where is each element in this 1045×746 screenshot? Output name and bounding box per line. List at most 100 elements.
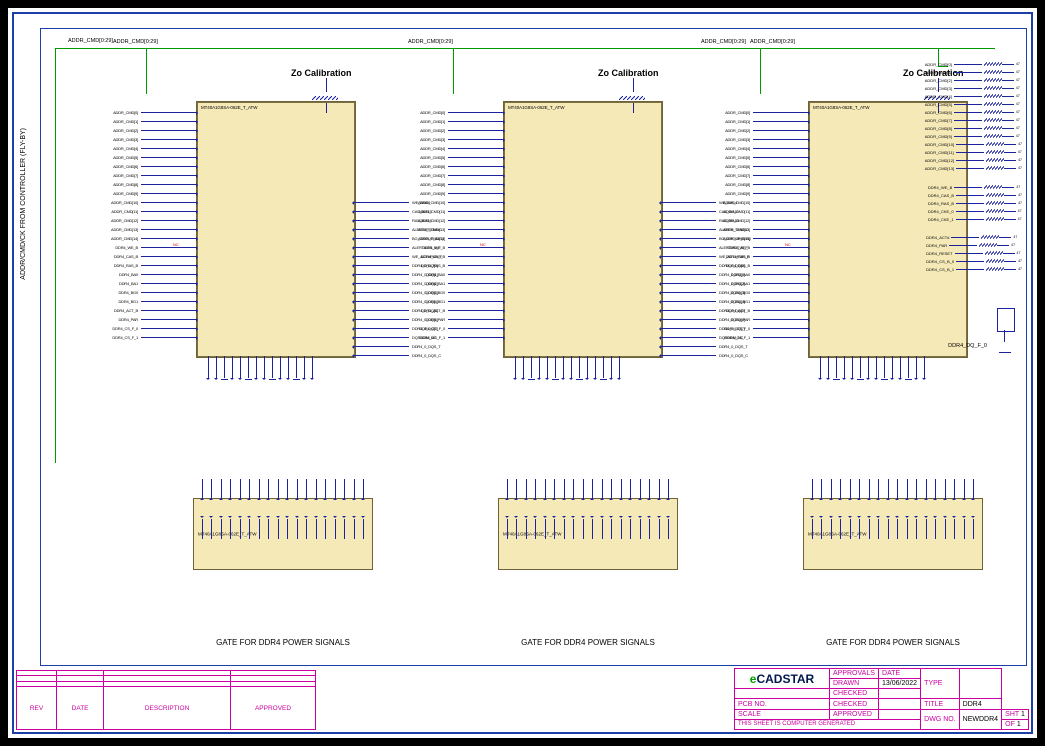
pin-ADDR_CMD[14]: ADDR_CMD[14] xyxy=(723,234,808,243)
pin-DDR4_RAS_B: DDR4_RAS_B xyxy=(726,261,808,270)
pin-DDR4_CAS_B: DDR4_CAS_B xyxy=(726,252,808,261)
pin-ADDR_CMD[6]: ADDR_CMD[6] xyxy=(420,162,503,171)
term-DDR4_WE_B: DDR4_WE_B47 xyxy=(928,183,1022,191)
gate-chip-2: MT40A1G8SA-062E_T_ATW xyxy=(498,498,678,570)
chip-1-partnum: MT40A1G8SA-062E_T_ATW xyxy=(201,105,257,110)
bus-vertical xyxy=(55,48,56,463)
pin-ADDR_CMD[9]: ADDR_CMD[9] xyxy=(420,189,503,198)
term-DDR4_PAR: DDR4_PAR47 xyxy=(926,241,1022,249)
pin-DDR4_0_DQS_C: DDR4_0_DQS_C xyxy=(354,351,441,360)
pin-ADDR_CMD[13]: ADDR_CMD[13] xyxy=(111,225,196,234)
bus-tap-3 xyxy=(760,48,761,94)
pin-ADDR_CMD[2]: ADDR_CMD[2] xyxy=(420,126,503,135)
pin-DDR4_CS_F_0: DDR4_CS_F_0 xyxy=(724,324,808,333)
term-DDR4_RESET: DDR4_RESET47 xyxy=(926,249,1022,257)
ddr4-chip-2: MT40A1G8SA-062E_T_ATW xyxy=(503,101,663,358)
pin-ADDR_CMD[7]: ADDR_CMD[7] xyxy=(725,171,808,180)
pin-ADDR_CMD[12]: ADDR_CMD[12] xyxy=(111,216,196,225)
pin-DDR4_BG1: DDR4_BG1 xyxy=(425,297,503,306)
pin-ADDR_CMD[0]: ADDR_CMD[0] xyxy=(113,108,196,117)
pin-ADDR_CMD[1]: ADDR_CMD[1] xyxy=(113,117,196,126)
pin-DDR4_CS_F_0: DDR4_CS_F_0 xyxy=(112,324,196,333)
bus-tap-2-label: ADDR_CMD[0:29] xyxy=(408,39,453,45)
pin-ADDR_CMD[8]: ADDR_CMD[8] xyxy=(420,180,503,189)
chip-1-pins-left: ADDR_CMD[0]ADDR_CMD[1]ADDR_CMD[2]ADDR_CM… xyxy=(108,108,196,342)
pin-ADDR_CMD[8]: ADDR_CMD[8] xyxy=(113,180,196,189)
term-ADDR_CMD[0]: ADDR_CMD[0]47 xyxy=(925,60,1022,68)
term-DDR4_CKE_0: DDR4_CKE_047 xyxy=(928,207,1022,215)
term-ADDR_CMD[5]: ADDR_CMD[5]47 xyxy=(925,100,1022,108)
gate-chip-3: MT40A1G8SA-062E_T_ATW xyxy=(803,498,983,570)
chip-2-bot-pins xyxy=(515,356,620,378)
pin-DDR4_BG1: DDR4_BG1 xyxy=(118,297,196,306)
pin-ADDR_CMD[1]: ADDR_CMD[1] xyxy=(725,117,808,126)
bus-tap-2 xyxy=(453,48,454,94)
term-DDR4_RAS_B: DDR4_RAS_B47 xyxy=(928,199,1022,207)
pin-ADDR_CMD[11]: ADDR_CMD[11] xyxy=(111,207,196,216)
terminator-cluster-2: DDR4_WE_B47DDR4_CAS_B47DDR4_RAS_B47DDR4_… xyxy=(928,183,1022,223)
pin-DDR4_RAS_B: DDR4_RAS_B xyxy=(114,261,196,270)
pin-DDR4_PAR: DDR4_PAR xyxy=(731,315,808,324)
pin-DDR4_BG0: DDR4_BG0 xyxy=(425,288,503,297)
red-note-3: NC xyxy=(785,242,791,247)
term-ADDR_CMD[11]: ADDR_CMD[11]47 xyxy=(925,148,1022,156)
cadstar-logo: eCADSTAR xyxy=(750,672,814,686)
pin-ADDR_CMD[12]: ADDR_CMD[12] xyxy=(418,216,503,225)
pin-ADDR_CMD[4]: ADDR_CMD[4] xyxy=(113,144,196,153)
pin-DDR4_CS_F_1: DDR4_CS_F_1 xyxy=(724,333,808,342)
dqs-rc-network xyxy=(991,308,1019,358)
title-block: eCADSTAR APPROVALS DATE TYPE DRAWN 13/06… xyxy=(734,668,1029,730)
pin-ADDR_CMD[14]: ADDR_CMD[14] xyxy=(111,234,196,243)
chip-3-partnum: MT40A1G8SA-062E_T_ATW xyxy=(813,105,869,110)
pin-ADDR_CMD[10]: ADDR_CMD[10] xyxy=(723,198,808,207)
side-fly-by-label: ADDR/CMD/CK FROM CONTROLLER (FLY-BY) xyxy=(20,128,27,280)
gate-1-part: MT40A1G8SA-062E_T_ATW xyxy=(198,532,256,537)
bus-tap-1-label: ADDR_CMD[0:29] xyxy=(113,39,158,45)
pin-DDR4_CAS_B: DDR4_CAS_B xyxy=(421,252,503,261)
pin-DDR4_BA1: DDR4_BA1 xyxy=(119,279,196,288)
gate-chip-1: MT40A1G8SA-062E_T_ATW xyxy=(193,498,373,570)
pin-ADDR_CMD[5]: ADDR_CMD[5] xyxy=(113,153,196,162)
pin-DDR4_CAS_B: DDR4_CAS_B xyxy=(114,252,196,261)
bus-tap-3-label: ADDR_CMD[0:29] xyxy=(701,39,746,45)
term-DDR4_CS_B_0: DDR4_CS_B_047 xyxy=(926,257,1022,265)
pin-DDR4_0_DQS_C: DDR4_0_DQS_C xyxy=(661,351,748,360)
bus-horizontal xyxy=(55,48,995,49)
term-ADDR_CMD[10]: ADDR_CMD[10]47 xyxy=(925,140,1022,148)
term-ADDR_CMD[7]: ADDR_CMD[7]47 xyxy=(925,116,1022,124)
bus-tap-term-label: ADDR_CMD[0:29] xyxy=(750,39,795,45)
chip-1-pins-right: WE_B/A14CAS_B/A15RAS_B/A16ALERT#_TEN/NCB… xyxy=(354,198,394,360)
term-DDR4_CS_B_1: DDR4_CS_B_147 xyxy=(926,265,1022,273)
pin-DDR4_ACT_B: DDR4_ACT_B xyxy=(726,306,808,315)
pin-ADDR_CMD[7]: ADDR_CMD[7] xyxy=(420,171,503,180)
bus-tap-1 xyxy=(146,48,147,94)
pin-ADDR_CMD[11]: ADDR_CMD[11] xyxy=(723,207,808,216)
pin-DDR4_ACT_B: DDR4_ACT_B xyxy=(114,306,196,315)
pin-DDR4_WE_B: DDR4_WE_B xyxy=(115,243,196,252)
pin-ADDR_CMD[9]: ADDR_CMD[9] xyxy=(113,189,196,198)
pin-DDR4_CS_F_0: DDR4_CS_F_0 xyxy=(419,324,503,333)
terminator-cluster-1: ADDR_CMD[0]47ADDR_CMD[1]47ADDR_CMD[2]47A… xyxy=(925,60,1022,172)
pin-ADDR_CMD[2]: ADDR_CMD[2] xyxy=(725,126,808,135)
pin-ADDR_CMD[8]: ADDR_CMD[8] xyxy=(725,180,808,189)
pin-ADDR_CMD[4]: ADDR_CMD[4] xyxy=(725,144,808,153)
chip-3-pins-left: ADDR_CMD[0]ADDR_CMD[1]ADDR_CMD[2]ADDR_CM… xyxy=(720,108,808,342)
pin-DDR4_BG0: DDR4_BG0 xyxy=(118,288,196,297)
pin-ADDR_CMD[7]: ADDR_CMD[7] xyxy=(113,171,196,180)
pin-DDR4_BA1: DDR4_BA1 xyxy=(731,279,808,288)
term-DDR4_CAS_B: DDR4_CAS_B47 xyxy=(928,191,1022,199)
pin-DDR4_CS_F_1: DDR4_CS_F_1 xyxy=(419,333,503,342)
dqs-label: DDR4_DQ_F_0 xyxy=(948,343,987,349)
red-note-2: NC xyxy=(480,242,486,247)
pin-ADDR_CMD[9]: ADDR_CMD[9] xyxy=(725,189,808,198)
term-ADDR_CMD[8]: ADDR_CMD[8]47 xyxy=(925,124,1022,132)
gate-label-3: GATE FOR DDR4 POWER SIGNALS xyxy=(793,638,993,647)
chip-3-bot-pins xyxy=(820,356,925,378)
pin-ADDR_CMD[0]: ADDR_CMD[0] xyxy=(420,108,503,117)
zo-graphic-2 xyxy=(615,78,655,126)
gate-2-part: MT40A1G8SA-062E_T_ATW xyxy=(503,532,561,537)
pin-ADDR_CMD[3]: ADDR_CMD[3] xyxy=(420,135,503,144)
term-ADDR_CMD[6]: ADDR_CMD[6]47 xyxy=(925,108,1022,116)
pin-ADDR_CMD[10]: ADDR_CMD[10] xyxy=(418,198,503,207)
pin-ADDR_CMD[13]: ADDR_CMD[13] xyxy=(723,225,808,234)
